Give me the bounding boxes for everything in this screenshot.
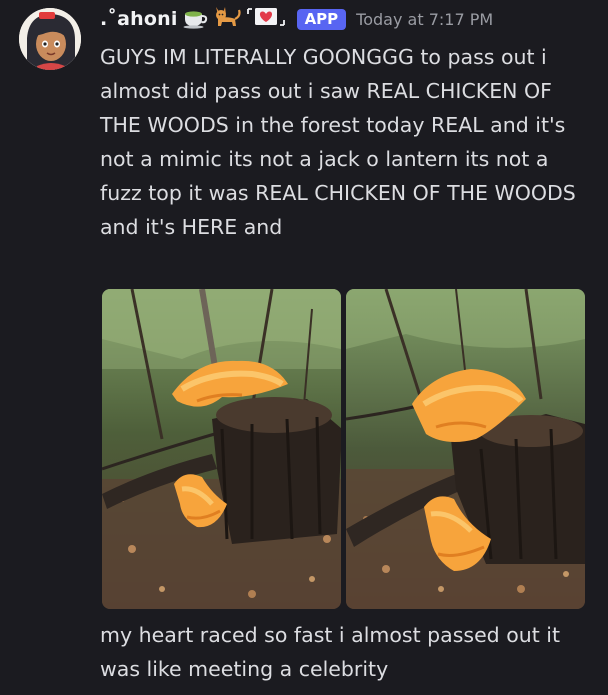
avatar[interactable] <box>19 8 81 70</box>
app-badge: APP <box>296 8 347 30</box>
mushroom-log-photo <box>102 289 341 609</box>
message-text: GUYS IM LITERALLY GOONGGG to pass out i … <box>100 45 583 239</box>
mushroom-log-photo <box>346 289 585 609</box>
attachment-image-2[interactable] <box>346 289 585 609</box>
tea-cup-icon <box>182 5 208 33</box>
attachment-image-1[interactable] <box>102 289 341 609</box>
heart-envelope-icon <box>246 5 288 33</box>
timestamp[interactable]: Today at 7:17 PM <box>356 10 493 29</box>
avatar-image <box>19 8 81 70</box>
cat-icon <box>212 4 242 34</box>
message-text-followup: my heart raced so fast i almost passed o… <box>100 623 567 681</box>
username[interactable]: .˚ahoni <box>100 8 178 30</box>
chat-message: .˚ahoni APP Today at 7:17 PM GUYS IM LIT… <box>0 0 608 695</box>
image-attachments <box>102 289 585 609</box>
message-header: .˚ahoni APP Today at 7:17 PM <box>100 6 493 32</box>
